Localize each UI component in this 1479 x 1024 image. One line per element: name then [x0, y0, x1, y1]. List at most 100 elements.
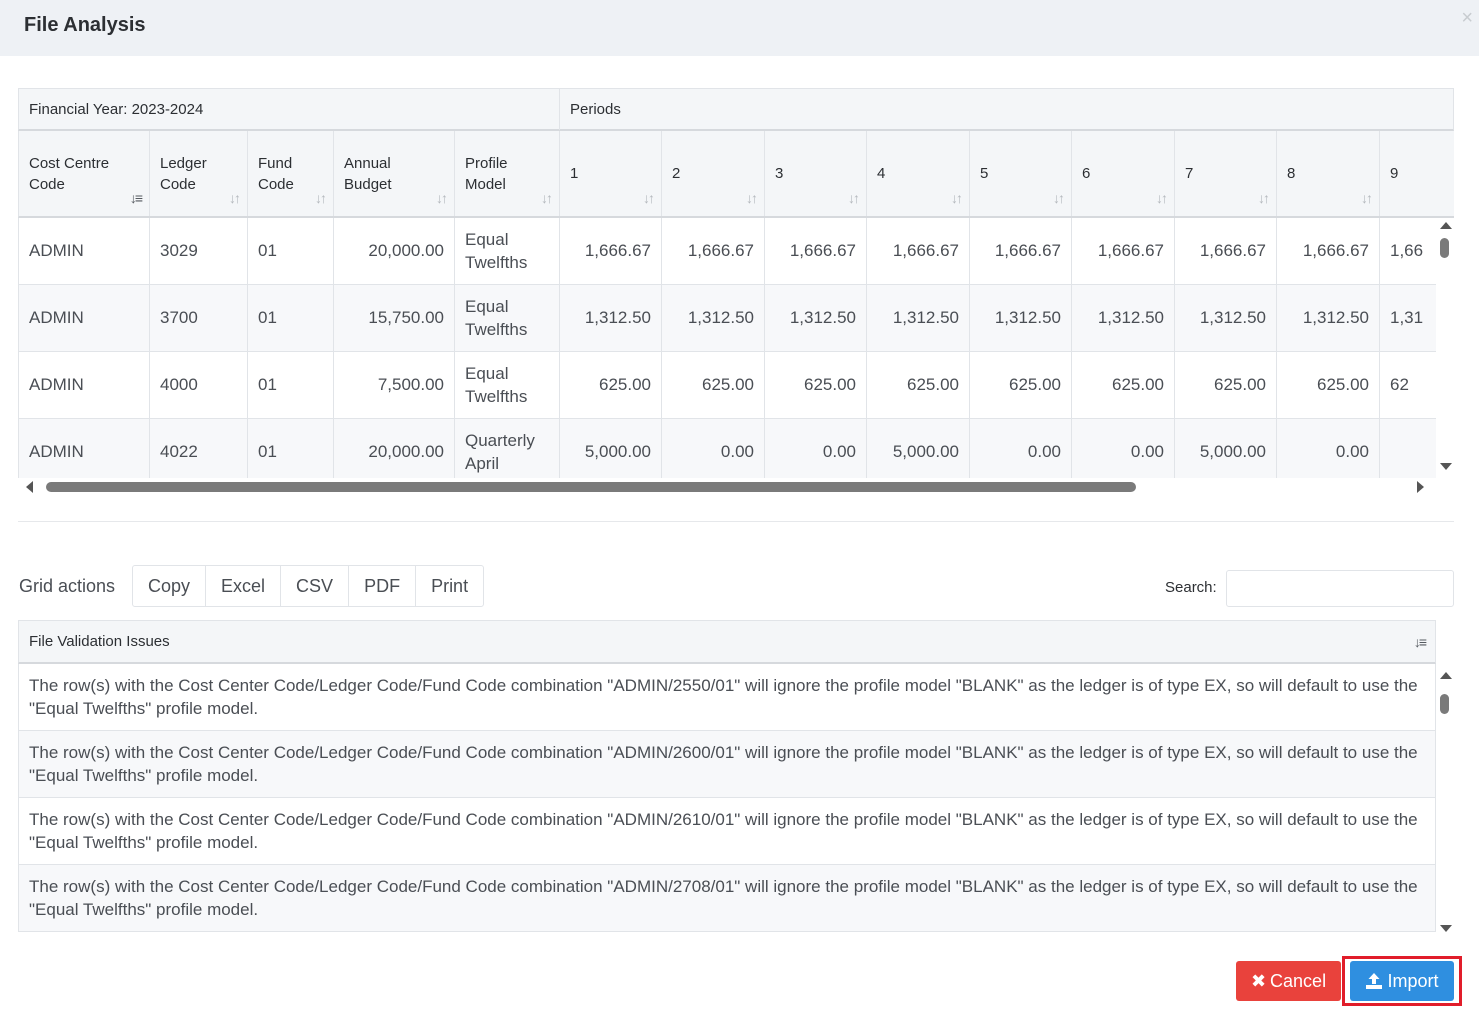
column-header[interactable]: 3 ↓↑: [765, 131, 867, 216]
column-header[interactable]: 1 ↓↑: [560, 131, 662, 216]
cancel-button[interactable]: ✖ Cancel: [1236, 961, 1341, 1001]
column-header[interactable]: Annual Budget ↓↑: [334, 131, 455, 216]
table-cell: 01: [248, 352, 334, 418]
import-button[interactable]: Import: [1350, 961, 1454, 1001]
table-row[interactable]: ADMIN 4000 01 7,500.00 Equal Twelfths 625.00 6…: [18, 352, 1436, 419]
table-cell: 01: [248, 218, 334, 284]
table-cell: ADMIN: [19, 285, 150, 351]
sort-icon[interactable]: ↓↑: [951, 190, 963, 206]
table-cell: 15,750.00: [334, 285, 455, 351]
search-input[interactable]: [1226, 570, 1454, 607]
column-header[interactable]: Fund Code ↓↑: [248, 131, 334, 216]
table-cell: 625.00: [970, 352, 1072, 418]
sort-icon[interactable]: ↓↑: [229, 190, 241, 206]
column-header[interactable]: 8 ↓↑: [1277, 131, 1380, 216]
table-cell: 1,312.50: [560, 285, 662, 351]
scroll-right-icon[interactable]: [1417, 481, 1424, 493]
table-cell: 1,666.67: [1175, 218, 1277, 284]
table-cell: 625.00: [560, 352, 662, 418]
column-header-label: Annual Budget: [344, 154, 392, 193]
sort-icon[interactable]: ↓↑: [1156, 190, 1168, 206]
table-cell: 1,312.50: [1277, 285, 1380, 351]
column-header[interactable]: Ledger Code ↓↑: [150, 131, 248, 216]
validation-vertical-scrollbar[interactable]: [1436, 664, 1454, 942]
scroll-up-icon[interactable]: [1440, 672, 1452, 679]
grid-action-print-button[interactable]: Print: [416, 566, 483, 606]
validation-body: The row(s) with the Cost Center Code/Led…: [18, 664, 1436, 942]
scroll-down-icon[interactable]: [1440, 463, 1452, 470]
grid-body: ADMIN 3029 01 20,000.00 Equal Twelfths 1,666.…: [18, 218, 1436, 478]
table-cell: ADMIN: [19, 419, 150, 478]
grid-action-excel-button[interactable]: Excel: [206, 566, 282, 606]
column-header[interactable]: 2 ↓↑: [662, 131, 765, 216]
sort-icon[interactable]: ↓↑: [541, 190, 553, 206]
column-header[interactable]: Cost Centre Code ↓≡: [19, 131, 150, 216]
sort-icon[interactable]: ↓≡: [130, 190, 143, 206]
scroll-thumb[interactable]: [46, 482, 1136, 492]
column-header-label: Cost Centre Code: [29, 154, 110, 193]
financial-year-header: Financial Year: 2023-2024: [19, 89, 560, 130]
column-header[interactable]: 9: [1380, 131, 1454, 216]
scroll-up-icon[interactable]: [1440, 222, 1452, 229]
validation-issue-row: The row(s) with the Cost Center Code/Led…: [18, 865, 1436, 932]
table-cell: 01: [248, 419, 334, 478]
search-label: Search:: [1165, 579, 1217, 596]
scroll-down-icon[interactable]: [1440, 925, 1452, 932]
table-cell: 625.00: [765, 352, 867, 418]
sort-icon[interactable]: ↓↑: [848, 190, 860, 206]
close-icon: ✖: [1250, 970, 1267, 991]
grid-action-pdf-button[interactable]: PDF: [349, 566, 417, 606]
scroll-left-icon[interactable]: [26, 481, 33, 493]
table-cell: 5,000.00: [560, 419, 662, 478]
sort-icon[interactable]: ↓↑: [643, 190, 655, 206]
column-header-label: 8: [1287, 165, 1296, 182]
table-row[interactable]: ADMIN 3700 01 15,750.00 Equal Twelfths 1,312.…: [18, 285, 1436, 352]
table-row[interactable]: ADMIN 4022 01 20,000.00 Quarterly April 5,000…: [18, 419, 1436, 478]
table-cell: 1,312.50: [662, 285, 765, 351]
column-header-label: 3: [775, 165, 784, 182]
sort-icon[interactable]: ↓↑: [1258, 190, 1270, 206]
grid-action-csv-button[interactable]: CSV: [281, 566, 350, 606]
table-cell: Equal Twelfths: [455, 352, 560, 418]
column-header[interactable]: 5 ↓↑: [970, 131, 1072, 216]
grid-action-copy-button[interactable]: Copy: [133, 566, 207, 606]
table-cell: 1,666.67: [662, 218, 765, 284]
table-cell: 0.00: [970, 419, 1072, 478]
column-header-label: 6: [1082, 165, 1091, 182]
table-row[interactable]: ADMIN 3029 01 20,000.00 Equal Twelfths 1,666.…: [18, 218, 1436, 285]
table-cell: 20,000.00: [334, 218, 455, 284]
table-cell: 62: [1380, 352, 1436, 418]
validation-header[interactable]: File Validation Issues ↓≡: [18, 620, 1436, 664]
column-header[interactable]: 7 ↓↑: [1175, 131, 1277, 216]
column-header[interactable]: 6 ↓↑: [1072, 131, 1175, 216]
table-cell: 625.00: [1277, 352, 1380, 418]
sort-icon[interactable]: ↓↑: [315, 190, 327, 206]
grid-group-header: Financial Year: 2023-2024 Periods: [18, 88, 1454, 131]
modal-header: File Analysis ×: [0, 0, 1479, 56]
sort-icon[interactable]: ↓↑: [746, 190, 758, 206]
periods-header: Periods: [570, 101, 621, 118]
table-cell: 1,666.67: [1072, 218, 1175, 284]
column-header[interactable]: Profile Model ↓↑: [455, 131, 560, 216]
section-divider: [18, 521, 1454, 522]
table-cell: 1,666.67: [765, 218, 867, 284]
scroll-thumb[interactable]: [1440, 238, 1449, 258]
column-header-label: Ledger Code: [160, 154, 207, 193]
table-cell: 1,312.50: [970, 285, 1072, 351]
sort-icon[interactable]: ↓↑: [1053, 190, 1065, 206]
sort-icon[interactable]: ↓≡: [1414, 634, 1427, 650]
column-header-label: 7: [1185, 165, 1194, 182]
column-header[interactable]: 4 ↓↑: [867, 131, 970, 216]
table-cell: 1,666.67: [1277, 218, 1380, 284]
grid-vertical-scrollbar[interactable]: [1436, 218, 1454, 478]
sort-icon[interactable]: ↓↑: [436, 190, 448, 206]
sort-icon[interactable]: ↓↑: [1361, 190, 1373, 206]
scroll-thumb[interactable]: [1440, 694, 1449, 714]
column-header-label: Profile Model: [465, 154, 508, 193]
close-icon[interactable]: ×: [1461, 8, 1473, 28]
table-cell: 625.00: [1072, 352, 1175, 418]
table-cell: 1,312.50: [867, 285, 970, 351]
column-header-label: 5: [980, 165, 989, 182]
table-cell: 5,000.00: [1175, 419, 1277, 478]
grid-horizontal-scrollbar[interactable]: [18, 478, 1454, 496]
